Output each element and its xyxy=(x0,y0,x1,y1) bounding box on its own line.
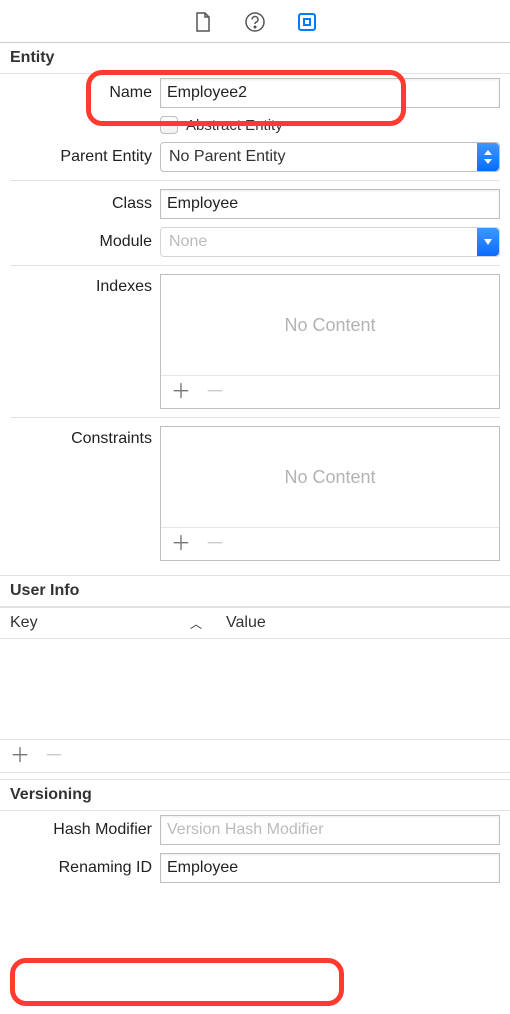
help-icon[interactable] xyxy=(243,10,267,34)
indexes-label: Indexes xyxy=(10,274,160,296)
module-select[interactable]: None xyxy=(160,227,500,257)
name-label: Name xyxy=(10,84,160,102)
module-select-value: None xyxy=(169,233,207,251)
document-icon[interactable] xyxy=(191,10,215,34)
class-label: Class xyxy=(10,195,160,213)
abstract-label: Abstract Entity xyxy=(186,117,283,134)
constraints-add-button[interactable]: ＋ xyxy=(171,534,191,554)
chevron-updown-icon xyxy=(477,143,499,171)
inspector-icon[interactable] xyxy=(295,10,319,34)
versioning-section-title: Versioning xyxy=(0,779,510,811)
constraints-remove-button[interactable]: － xyxy=(205,534,225,554)
sort-ascending-icon[interactable]: ︿ xyxy=(190,615,202,632)
constraints-placeholder: No Content xyxy=(161,427,499,527)
inspector-toolbar xyxy=(0,0,510,43)
userinfo-empty xyxy=(0,639,510,739)
userinfo-remove-button[interactable]: － xyxy=(44,746,64,766)
class-input[interactable] xyxy=(160,189,500,219)
highlight-renaming xyxy=(10,958,344,1006)
userinfo-value-column[interactable]: Value xyxy=(226,614,266,632)
name-input[interactable] xyxy=(160,78,500,108)
renaming-input[interactable] xyxy=(160,853,500,883)
indexes-add-button[interactable]: ＋ xyxy=(171,382,191,402)
indexes-box: No Content ＋ － xyxy=(160,274,500,409)
hash-input[interactable] xyxy=(160,815,500,845)
parent-label: Parent Entity xyxy=(10,148,160,166)
module-label: Module xyxy=(10,233,160,251)
entity-section-title: Entity xyxy=(0,43,510,74)
abstract-checkbox[interactable] xyxy=(160,116,178,134)
userinfo-key-column[interactable]: Key xyxy=(10,614,190,632)
constraints-label: Constraints xyxy=(10,426,160,448)
hash-label: Hash Modifier xyxy=(10,821,160,839)
indexes-remove-button[interactable]: － xyxy=(205,382,225,402)
parent-select[interactable]: No Parent Entity xyxy=(160,142,500,172)
userinfo-columns: Key ︿ Value xyxy=(0,607,510,639)
userinfo-add-button[interactable]: ＋ xyxy=(10,746,30,766)
userinfo-section-title: User Info xyxy=(0,575,510,607)
renaming-label: Renaming ID xyxy=(10,859,160,877)
chevron-down-icon xyxy=(477,228,499,256)
constraints-box: No Content ＋ － xyxy=(160,426,500,561)
indexes-placeholder: No Content xyxy=(161,275,499,375)
abstract-row[interactable]: Abstract Entity xyxy=(160,116,500,134)
parent-select-value: No Parent Entity xyxy=(169,148,286,166)
